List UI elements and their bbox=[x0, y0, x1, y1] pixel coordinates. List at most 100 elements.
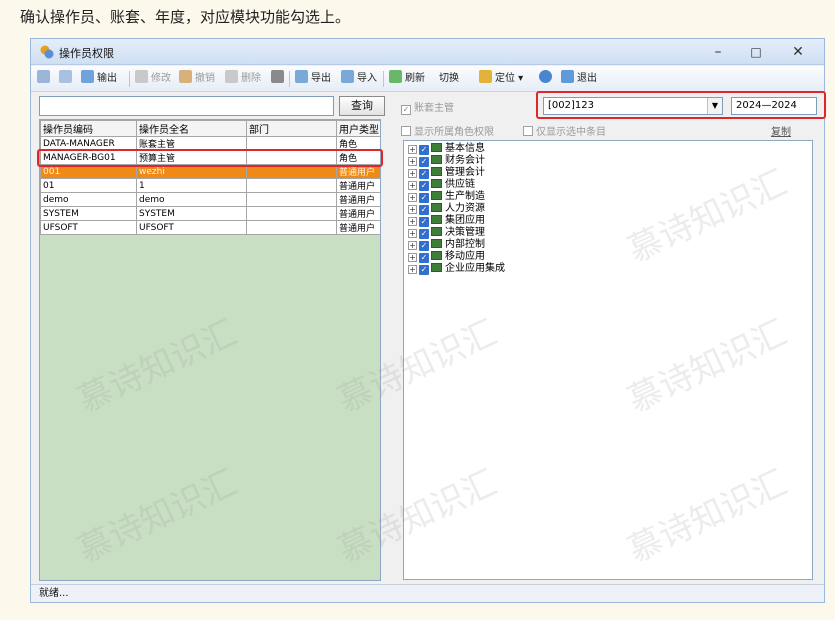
tree-item[interactable]: + ✓ 人力资源 bbox=[404, 203, 812, 215]
account-master-label: 账套主管 bbox=[414, 103, 454, 114]
tree-item-label: 移动应用 bbox=[445, 251, 485, 262]
table-row[interactable]: SYSTEM SYSTEM 普通用户 bbox=[40, 206, 380, 221]
edit-button[interactable]: 修改 bbox=[135, 70, 171, 88]
help-button[interactable] bbox=[539, 70, 555, 88]
module-icon bbox=[431, 179, 442, 188]
preview-button[interactable] bbox=[59, 70, 75, 88]
cell-code: 01 bbox=[40, 178, 137, 193]
undo-icon bbox=[179, 70, 192, 83]
checkbox-checked-icon[interactable]: ✓ bbox=[419, 253, 429, 263]
tree-item[interactable]: + ✓ 管理会计 bbox=[404, 167, 812, 179]
tree-item-label: 生产制造 bbox=[445, 191, 485, 202]
expand-icon[interactable]: + bbox=[408, 265, 417, 274]
cell-fullname: SYSTEM bbox=[136, 206, 247, 221]
tree-item[interactable]: + ✓ 企业应用集成 bbox=[404, 263, 812, 275]
app-icon bbox=[40, 45, 54, 59]
delete-button[interactable]: 删除 bbox=[225, 70, 261, 88]
show-selected-checkbox[interactable]: 仅显示选中条目 bbox=[523, 123, 606, 138]
module-icon bbox=[431, 263, 442, 272]
table-row[interactable]: 01 1 普通用户 bbox=[40, 178, 380, 193]
minimize-button[interactable]: – bbox=[701, 41, 735, 63]
module-icon bbox=[431, 167, 442, 176]
checkbox-checked-icon[interactable]: ✓ bbox=[419, 205, 429, 215]
toolbar-switch-label: 切换 bbox=[439, 73, 459, 84]
expand-icon[interactable]: + bbox=[408, 193, 417, 202]
module-icon bbox=[431, 191, 442, 200]
expand-icon[interactable]: + bbox=[408, 217, 417, 226]
toolbar-exit-label: 退出 bbox=[577, 73, 597, 84]
expand-icon[interactable]: + bbox=[408, 169, 417, 178]
expand-icon[interactable]: + bbox=[408, 181, 417, 190]
edit-icon bbox=[135, 70, 148, 83]
expand-icon[interactable]: + bbox=[408, 229, 417, 238]
toolbar-import-label: 导入 bbox=[357, 73, 377, 84]
copy-button[interactable]: 复制 bbox=[771, 123, 791, 138]
module-icon bbox=[431, 227, 442, 236]
tree-item[interactable]: + ✓ 生产制造 bbox=[404, 191, 812, 203]
col-usertype[interactable]: 用户类型 bbox=[336, 120, 380, 137]
tree-item[interactable]: + ✓ 基本信息 bbox=[404, 143, 812, 155]
checkbox-checked-icon[interactable]: ✓ bbox=[419, 265, 429, 275]
title-bar: 操作员权限 – □ ✕ bbox=[31, 39, 824, 65]
account-master-checkbox[interactable]: ✓ 账套主管 bbox=[401, 99, 454, 115]
cell-department bbox=[246, 206, 337, 221]
col-department[interactable]: 部门 bbox=[246, 120, 337, 137]
cell-code: SYSTEM bbox=[40, 206, 137, 221]
close-button[interactable]: ✕ bbox=[781, 41, 815, 63]
module-icon bbox=[431, 215, 442, 224]
tree-item[interactable]: + ✓ 供应链 bbox=[404, 179, 812, 191]
checkbox-checked-icon[interactable]: ✓ bbox=[419, 169, 429, 179]
table-row[interactable]: demo demo 普通用户 bbox=[40, 192, 380, 207]
expand-icon[interactable]: + bbox=[408, 157, 417, 166]
save-icon bbox=[271, 70, 284, 83]
checkbox-checked-icon[interactable]: ✓ bbox=[419, 193, 429, 203]
export-output-button[interactable]: 输出 bbox=[81, 70, 117, 88]
tree-item[interactable]: + ✓ 内部控制 bbox=[404, 239, 812, 251]
import-button[interactable]: 导入 bbox=[341, 70, 377, 88]
tree-item[interactable]: + ✓ 财务会计 bbox=[404, 155, 812, 167]
checkbox-checked-icon[interactable]: ✓ bbox=[419, 241, 429, 251]
selected-row-highlight bbox=[37, 149, 383, 167]
checkbox-checked-icon[interactable]: ✓ bbox=[419, 145, 429, 155]
checkbox-checked-icon[interactable]: ✓ bbox=[419, 217, 429, 227]
checkbox-checked-icon[interactable]: ✓ bbox=[419, 181, 429, 191]
col-fullname[interactable]: 操作员全名 bbox=[136, 120, 247, 137]
preview-icon bbox=[59, 70, 72, 83]
tree-item-label: 供应链 bbox=[445, 179, 475, 190]
save-button[interactable] bbox=[271, 70, 287, 88]
expand-icon[interactable]: + bbox=[408, 253, 417, 262]
cell-usertype: 普通用户 bbox=[336, 178, 380, 193]
checkmark-icon: ✓ bbox=[401, 105, 411, 115]
expand-icon[interactable]: + bbox=[408, 145, 417, 154]
toolbar-edit-label: 修改 bbox=[151, 73, 171, 84]
col-code[interactable]: 操作员编码 bbox=[40, 120, 137, 137]
cell-department bbox=[246, 220, 337, 235]
exit-button[interactable]: 退出 bbox=[561, 70, 597, 88]
checkbox-checked-icon[interactable]: ✓ bbox=[419, 157, 429, 167]
expand-icon[interactable]: + bbox=[408, 205, 417, 214]
expand-icon[interactable]: + bbox=[408, 241, 417, 250]
tree-item[interactable]: + ✓ 决策管理 bbox=[404, 227, 812, 239]
search-input[interactable] bbox=[39, 96, 334, 116]
query-button[interactable]: 查询 bbox=[339, 96, 385, 116]
refresh-button[interactable]: 刷新 bbox=[389, 70, 425, 88]
tree-item[interactable]: + ✓ 移动应用 bbox=[404, 251, 812, 263]
table-row[interactable]: UFSOFT UFSOFT 普通用户 bbox=[40, 220, 380, 235]
locate-button[interactable]: 定位 ▾ bbox=[479, 70, 523, 88]
switch-button[interactable]: 切换 bbox=[439, 70, 459, 88]
operator-grid: 操作员编码 操作员全名 部门 用户类型 DATA-MANAGER 账套主管 角色 M… bbox=[39, 119, 381, 581]
module-icon bbox=[431, 155, 442, 164]
maximize-button[interactable]: □ bbox=[739, 41, 773, 63]
output-icon bbox=[81, 70, 94, 83]
toolbar-undo-label: 撤销 bbox=[195, 73, 215, 84]
import-icon bbox=[341, 70, 354, 83]
account-year-highlight bbox=[536, 91, 826, 119]
toolbar-refresh-label: 刷新 bbox=[405, 73, 425, 84]
tree-item[interactable]: + ✓ 集团应用 bbox=[404, 215, 812, 227]
cell-department bbox=[246, 178, 337, 193]
undo-button[interactable]: 撤销 bbox=[179, 70, 215, 88]
print-button[interactable] bbox=[37, 70, 53, 88]
export-button[interactable]: 导出 bbox=[295, 70, 331, 88]
show-role-checkbox[interactable]: 显示所属角色权限 bbox=[401, 123, 494, 138]
checkbox-checked-icon[interactable]: ✓ bbox=[419, 229, 429, 239]
